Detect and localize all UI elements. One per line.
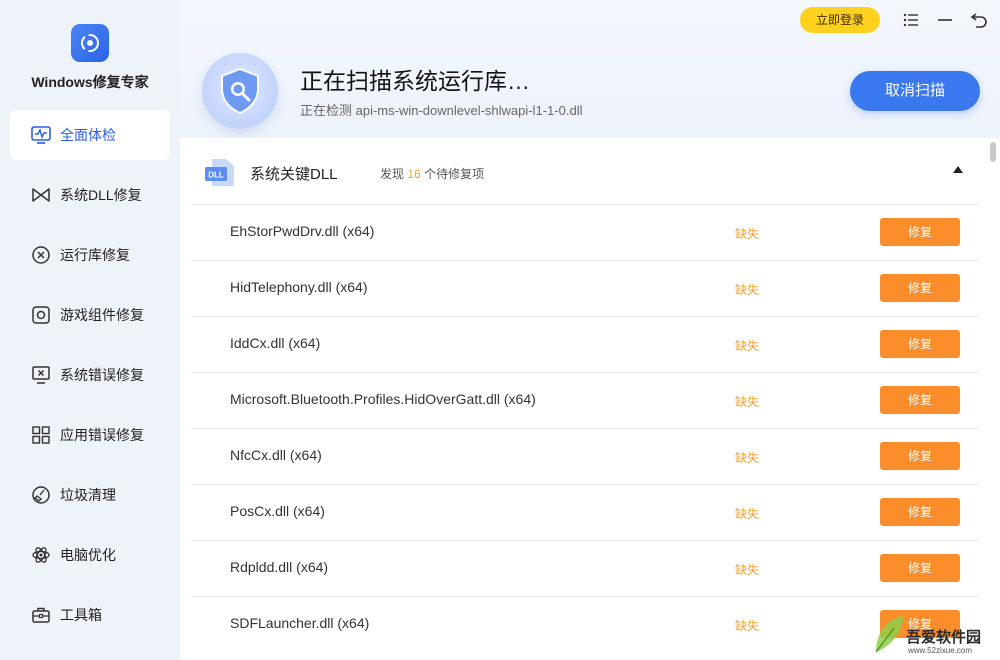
status-badge: 缺失 [735,227,760,241]
found-prefix: 发现 [380,167,405,181]
app-logo: Windows修复专家 [0,24,180,92]
sidebar-item-game-components[interactable]: 游戏组件修复 [10,290,170,340]
sidebar-item-pc-optimize[interactable]: 电脑优化 [10,530,170,580]
scan-current-file: 正在检测 api-ms-win-downlevel-shlwapi-l1-1-0… [300,103,583,118]
sidebar-item-label: 电脑优化 [60,547,116,563]
main-panel: 立即登录 正在扫描系统运行库… 正在检测 api-ms-win-downleve… [180,0,1000,660]
list-item: IddCx.dll (x64) 缺失 修复 [190,316,980,372]
watermark: 吾爱软件园 www.52zixue.com [872,606,996,658]
dll-name: EhStorPwdDrv.dll (x64) [230,223,375,239]
repair-button[interactable]: 修复 [880,442,960,470]
minimize-icon[interactable] [934,9,956,31]
sidebar-item-app-errors[interactable]: 应用错误修复 [10,410,170,460]
status-badge: 缺失 [735,283,760,297]
dll-name: SDFLauncher.dll (x64) [230,615,370,631]
app-logo-icon [71,24,109,62]
gear-square-icon [30,304,52,326]
repair-button[interactable]: 修复 [880,498,960,526]
sidebar-item-label: 工具箱 [60,607,102,623]
sidebar-item-label: 系统错误修复 [60,367,144,383]
cancel-scan-button[interactable]: 取消扫描 [850,71,980,111]
broom-icon [30,484,52,506]
watermark-text: 吾爱软件园 [906,629,982,646]
dll-name: IddCx.dll (x64) [230,335,321,351]
status-badge: 缺失 [735,395,760,409]
menu-icon[interactable] [900,9,922,31]
sidebar-item-label: 全面体检 [60,127,116,143]
scan-title: 正在扫描系统运行库… [300,68,530,94]
sidebar-item-system-dll[interactable]: 系统DLL修复 [10,170,170,220]
list-item: PosCx.dll (x64) 缺失 修复 [190,484,980,540]
sidebar: Windows修复专家 全面体检 系统DLL修复 运行库修复 游戏组件修复 系统… [0,0,180,660]
status-badge: 缺失 [735,563,760,577]
status-badge: 缺失 [735,339,760,353]
sidebar-item-runtime[interactable]: 运行库修复 [10,230,170,280]
toolbox-icon [30,604,52,626]
list-item: Rdpldd.dll (x64) 缺失 修复 [190,540,980,596]
list-item: HidTelephony.dll (x64) 缺失 修复 [190,260,980,316]
repair-button[interactable]: 修复 [880,554,960,582]
found-count: 16 [407,167,421,181]
sidebar-nav: 全面体检 系统DLL修复 运行库修复 游戏组件修复 系统错误修复 应用错误修复 … [10,110,170,650]
sidebar-item-toolbox[interactable]: 工具箱 [10,590,170,640]
bowtie-icon [30,184,52,206]
found-suffix: 个待修复项 [424,167,485,181]
dll-file-icon: DLL [204,158,236,188]
login-button[interactable]: 立即登录 [800,7,880,33]
back-icon[interactable] [968,9,990,31]
apps-grid-icon [30,424,52,446]
app-name: Windows修复专家 [31,74,149,90]
repair-button[interactable]: 修复 [880,274,960,302]
dll-name: Rdpldd.dll (x64) [230,559,329,575]
list-item: Microsoft.Bluetooth.Profiles.HidOverGatt… [190,372,980,428]
sidebar-item-label: 应用错误修复 [60,427,144,443]
section-header-dll[interactable]: DLL 系统关键DLL 发现 16 个待修复项 [180,138,980,204]
dll-name: NfcCx.dll (x64) [230,447,322,463]
section-title: 系统关键DLL [250,166,338,183]
collapse-arrow-icon[interactable] [953,166,963,173]
watermark-url: www.52zixue.com [908,646,973,655]
dll-list: EhStorPwdDrv.dll (x64) 缺失 修复 HidTelephon… [190,204,980,652]
pulse-monitor-icon [30,124,52,146]
found-count-text: 发现 16 个待修复项 [380,165,484,182]
shield-scan-icon [202,53,278,129]
svg-text:DLL: DLL [208,171,224,180]
sidebar-item-label: 系统DLL修复 [60,187,142,203]
dll-name: PosCx.dll (x64) [230,503,325,519]
repair-button[interactable]: 修复 [880,330,960,358]
list-item: EhStorPwdDrv.dll (x64) 缺失 修复 [190,204,980,260]
scan-header: 立即登录 正在扫描系统运行库… 正在检测 api-ms-win-downleve… [180,0,1000,138]
sidebar-item-system-errors[interactable]: 系统错误修复 [10,350,170,400]
sidebar-item-label: 运行库修复 [60,247,130,263]
status-badge: 缺失 [735,619,760,633]
leaf-logo-icon [875,616,904,653]
scrollbar-thumb[interactable] [990,142,996,162]
sidebar-item-label: 垃圾清理 [60,487,116,503]
list-item: SDFLauncher.dll (x64) 缺失 修复 [190,596,980,652]
circle-x-icon [30,244,52,266]
monitor-x-icon [30,364,52,386]
dll-name: HidTelephony.dll (x64) [230,279,368,295]
sidebar-item-label: 游戏组件修复 [60,307,144,323]
atom-icon [30,544,52,566]
sidebar-item-junk-cleanup[interactable]: 垃圾清理 [10,470,170,520]
results-panel: DLL 系统关键DLL 发现 16 个待修复项 EhStorPwdDrv.dll… [180,138,1000,660]
status-badge: 缺失 [735,507,760,521]
status-badge: 缺失 [735,451,760,465]
list-item: NfcCx.dll (x64) 缺失 修复 [190,428,980,484]
repair-button[interactable]: 修复 [880,386,960,414]
dll-name: Microsoft.Bluetooth.Profiles.HidOverGatt… [230,391,536,407]
repair-button[interactable]: 修复 [880,218,960,246]
sidebar-item-full-checkup[interactable]: 全面体检 [10,110,170,160]
